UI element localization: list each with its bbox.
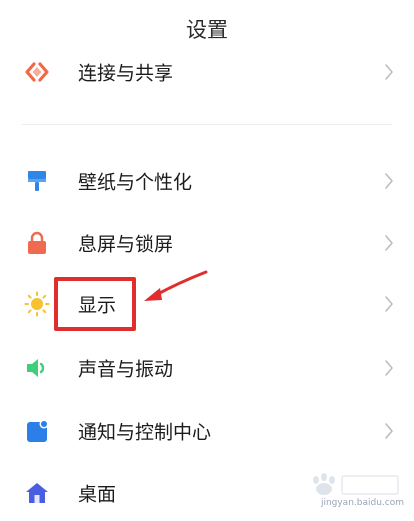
settings-item-label: 桌面 <box>78 483 117 506</box>
settings-item-sound-vibration[interactable]: 声音与振动 <box>0 340 414 396</box>
watermark-text: jingyan.baidu.com <box>320 498 404 508</box>
paint-brush-icon <box>24 168 50 194</box>
annotation-highlight-box <box>54 277 136 331</box>
chevron-right-icon <box>385 296 393 312</box>
chevron-right-icon <box>385 173 393 189</box>
chevron-right-icon <box>385 423 393 439</box>
settings-item-label: 壁纸与个性化 <box>78 171 193 194</box>
chevron-right-icon <box>385 235 393 251</box>
settings-item-label: 声音与振动 <box>78 358 174 381</box>
settings-item-label: 连接与共享 <box>78 62 174 85</box>
sun-icon <box>24 291 50 317</box>
settings-item-notifications-control-center[interactable]: 通知与控制中心 <box>0 403 414 459</box>
settings-item-label: 息屏与锁屏 <box>78 233 174 256</box>
settings-item-lock-screen[interactable]: 息屏与锁屏 <box>0 215 414 271</box>
notification-icon <box>24 418 50 444</box>
home-icon <box>24 480 50 506</box>
share-connection-icon <box>24 59 50 85</box>
chevron-right-icon <box>385 64 393 80</box>
settings-item-wallpaper-personalization[interactable]: 壁纸与个性化 <box>0 153 414 209</box>
settings-item-connection-sharing[interactable]: 连接与共享 <box>0 44 414 100</box>
settings-item-label: 通知与控制中心 <box>78 421 212 444</box>
lock-icon <box>24 230 50 256</box>
section-divider <box>22 124 392 125</box>
chevron-right-icon <box>385 360 393 376</box>
speaker-icon <box>24 355 50 381</box>
page-title: 设置 <box>186 18 228 42</box>
annotation-arrow-icon <box>144 270 208 301</box>
